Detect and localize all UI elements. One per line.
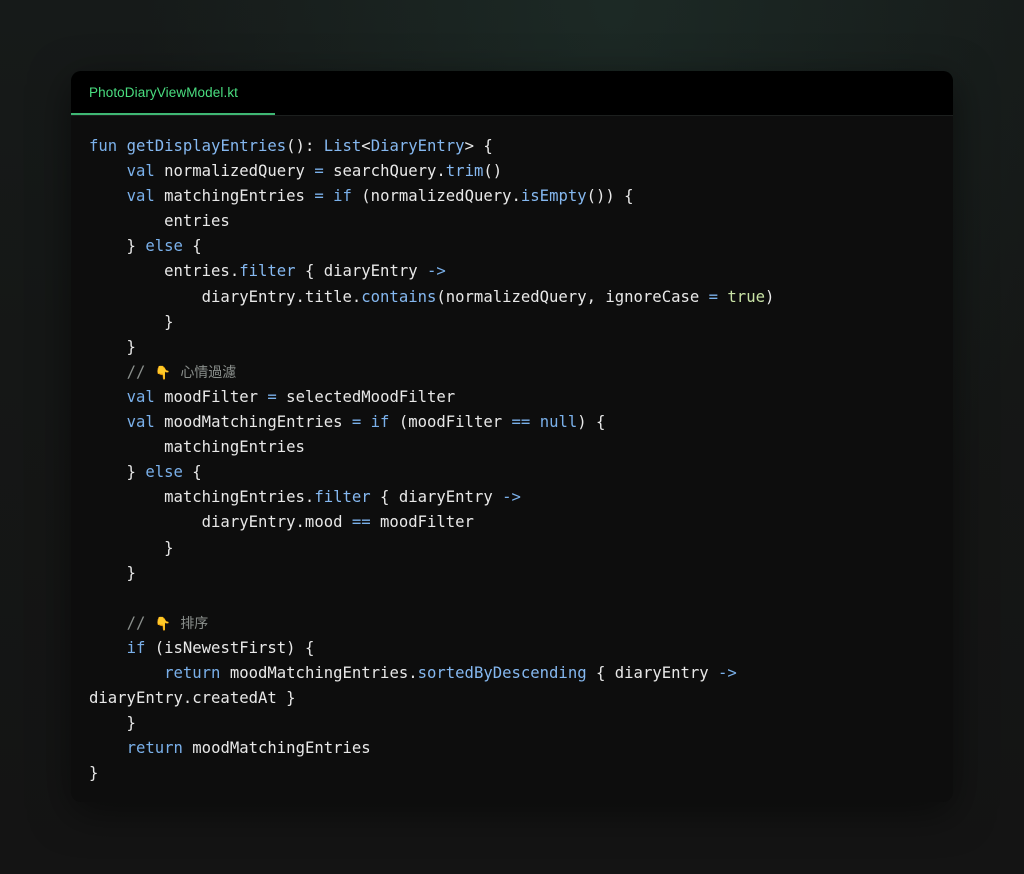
code-editor[interactable]: fun getDisplayEntries(): List<DiaryEntry… <box>89 134 935 786</box>
code-line: if (isNewestFirst) { <box>126 638 315 657</box>
code-line: } <box>89 764 99 783</box>
code-line: entries.filter { diaryEntry -> <box>89 262 446 281</box>
code-line: val moodMatchingEntries = if (moodFilter… <box>126 413 606 432</box>
comment-sort: 排序 <box>180 615 209 632</box>
pointing-down-icon: 👇 <box>154 365 171 381</box>
tab-label: PhotoDiaryViewModel.kt <box>89 84 239 100</box>
code-line: matchingEntries <box>89 438 305 457</box>
code-line: return moodMatchingEntries <box>126 739 371 758</box>
code-comment-line: // 👇 排序 <box>126 613 209 632</box>
tab-photo-diary-view-model[interactable]: PhotoDiaryViewModel.kt <box>71 71 275 115</box>
code-line: val moodFilter = selectedMoodFilter <box>126 387 456 406</box>
comment-mood-filter: 心情過濾 <box>180 364 237 381</box>
code-card: PhotoDiaryViewModel.kt fun getDisplayEnt… <box>71 71 953 802</box>
pointing-down-icon: 👇 <box>154 616 171 632</box>
code-line: matchingEntries.filter { diaryEntry -> <box>89 488 521 507</box>
code-line: } <box>89 563 136 582</box>
code-line: val matchingEntries = if (normalizedQuer… <box>126 187 634 206</box>
code-line: } else { <box>89 463 202 482</box>
code-line: val normalizedQuery = searchQuery.trim() <box>126 162 503 181</box>
code-line: } <box>89 538 174 557</box>
code-line: } <box>89 714 136 733</box>
code-line: fun getDisplayEntries(): List<DiaryEntry… <box>89 137 493 155</box>
code-line: diaryEntry.title.contains(normalizedQuer… <box>89 287 775 306</box>
code-line: } else { <box>89 237 202 256</box>
code-line: return moodMatchingEntries.sortedByDesce… <box>164 663 737 682</box>
code-line: diaryEntry.createdAt } <box>89 689 296 708</box>
tab-bar: PhotoDiaryViewModel.kt <box>71 71 953 116</box>
code-line: } <box>89 312 174 331</box>
code-comment-line: // 👇 心情過濾 <box>126 362 237 381</box>
code-line: } <box>89 337 136 356</box>
code-line: diaryEntry.mood == moodFilter <box>89 513 474 532</box>
code-line: entries <box>89 212 230 231</box>
